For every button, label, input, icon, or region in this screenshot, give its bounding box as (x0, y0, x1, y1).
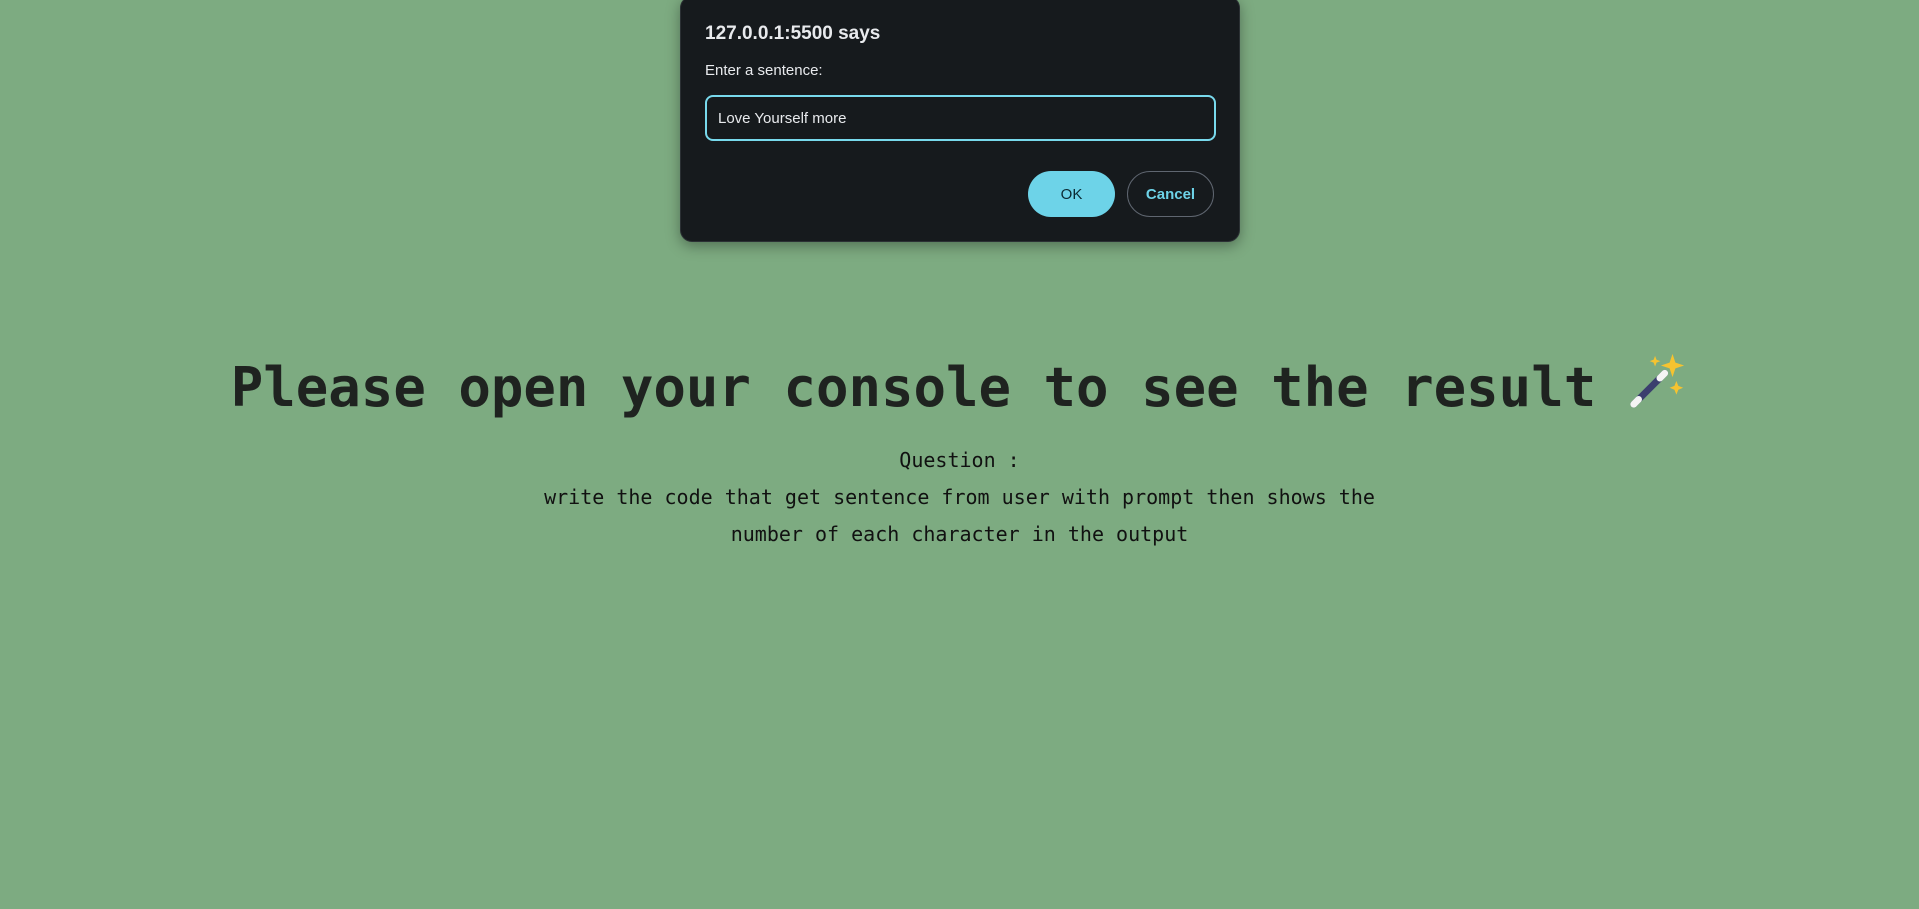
question-text-line-2: number of each character in the output (730, 522, 1189, 546)
magic-wand-icon (1630, 353, 1685, 408)
dialog-title: 127.0.0.1:5500 says (705, 23, 881, 44)
dialog-message: Enter a sentence: (705, 62, 823, 79)
cancel-button[interactable]: Cancel (1127, 171, 1214, 217)
page-heading-text: Please open your console to see the resu… (230, 356, 1597, 419)
prompt-dialog: 127.0.0.1:5500 says Enter a sentence: OK… (680, 0, 1240, 242)
question-block: Question : write the code that get sente… (0, 442, 1919, 553)
sentence-input[interactable] (705, 95, 1216, 141)
question-text-line-1: write the code that get sentence from us… (544, 485, 1375, 509)
question-label: Question : (899, 448, 1020, 472)
page-heading: Please open your console to see the resu… (0, 348, 1919, 428)
ok-button[interactable]: OK (1028, 171, 1115, 217)
